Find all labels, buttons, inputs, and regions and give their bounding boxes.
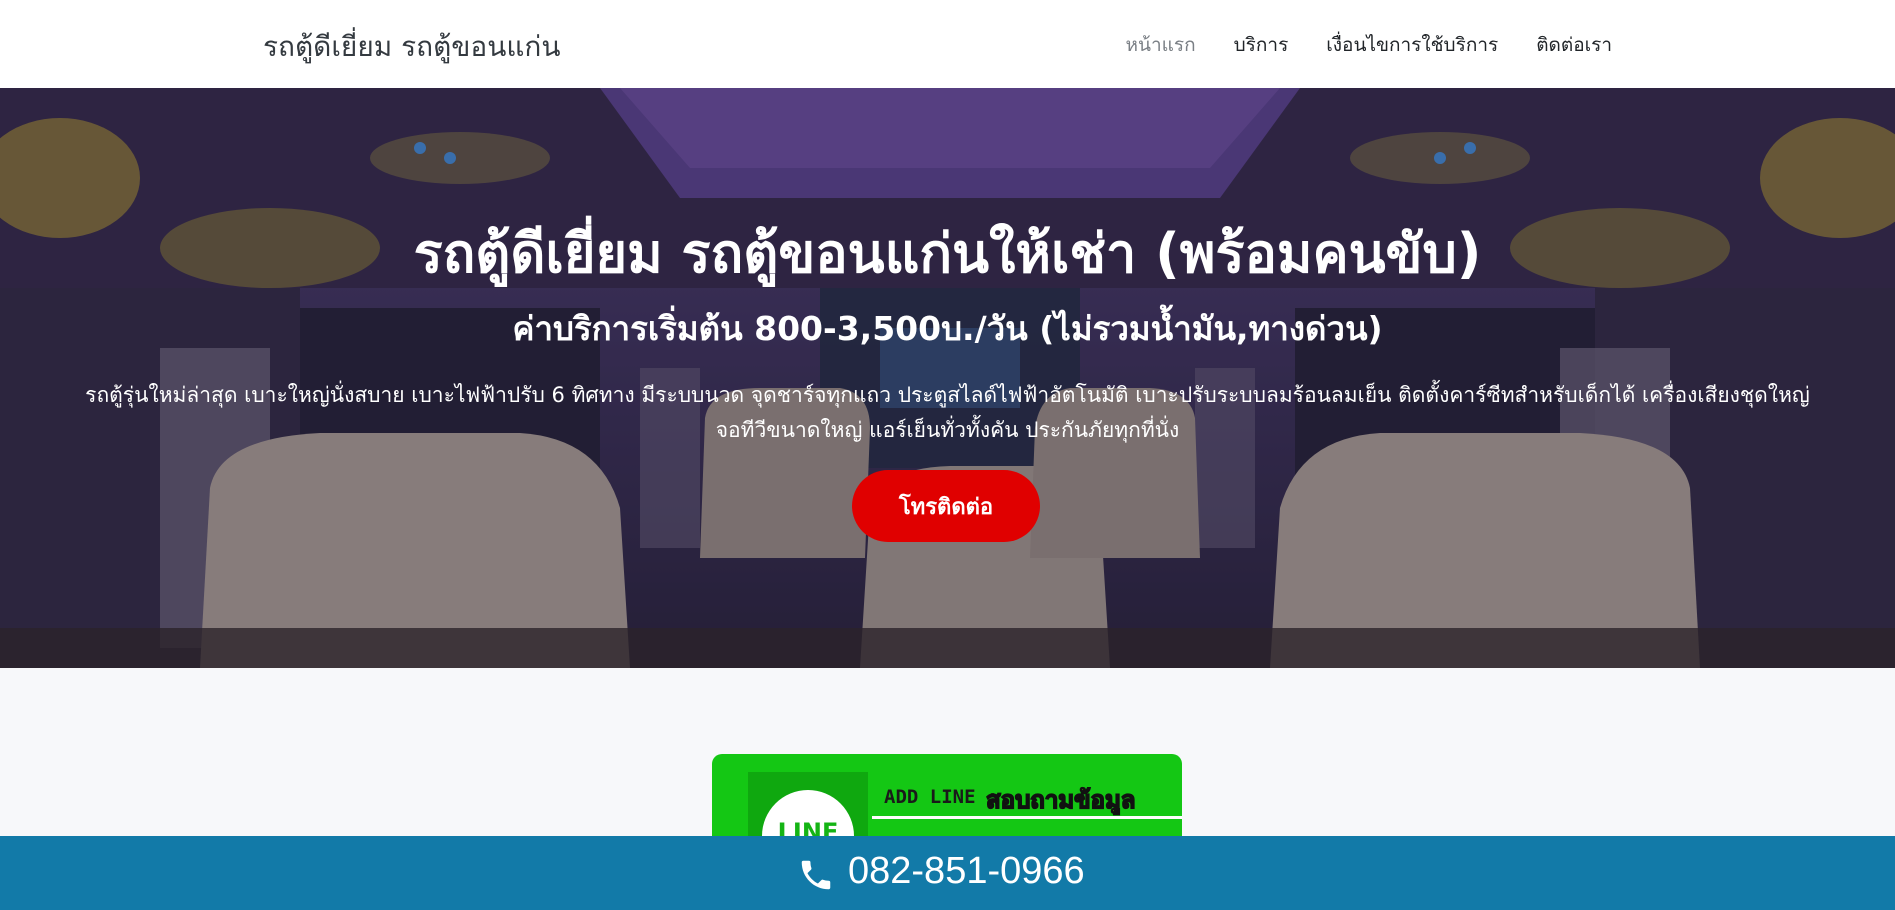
nav-link-contact[interactable]: ติดต่อเรา bbox=[1536, 30, 1612, 60]
hero-description-line-2: จอทีวีขนาดใหญ่ แอร์เย็นทั่วทั้งคัน ประกั… bbox=[715, 418, 1180, 442]
hero-title: รถตู้ดีเยี่ยม รถตู้ขอนแก่นให้เช่า (พร้อม… bbox=[413, 222, 1482, 285]
phone-call-bar[interactable]: 082-851-0966 bbox=[0, 836, 1895, 910]
nav-link-services[interactable]: บริการ bbox=[1234, 30, 1289, 60]
navbar: รถตู้ดีเยี่ยม รถตู้ขอนแก่น หน้าแรก บริกา… bbox=[0, 0, 1895, 88]
call-button[interactable]: โทรติดต่อ bbox=[852, 470, 1040, 542]
nav-menu: หน้าแรก บริการ เงื่อนไขการใช้บริการ ติดต… bbox=[1125, 30, 1612, 60]
hero-subtitle: ค่าบริการเริ่มต้น 800-3,500บ./วัน (ไม่รว… bbox=[512, 309, 1383, 348]
brand-logo[interactable]: รถตู้ดีเยี่ยม รถตู้ขอนแก่น bbox=[263, 25, 561, 69]
phone-number[interactable]: 082-851-0966 bbox=[848, 850, 1085, 893]
nav-link-home[interactable]: หน้าแรก bbox=[1125, 30, 1195, 60]
hero-description: รถตู้รุ่นใหม่ล่าสุด เบาะใหญ่นั่งสบาย เบา… bbox=[0, 378, 1895, 448]
hero-section: รถตู้ดีเยี่ยม รถตู้ขอนแก่นให้เช่า (พร้อม… bbox=[0, 88, 1895, 668]
nav-link-terms[interactable]: เงื่อนไขการใช้บริการ bbox=[1326, 30, 1498, 60]
line-add-label: ADD LINE : bbox=[884, 786, 999, 808]
line-banner-divider bbox=[872, 816, 1182, 819]
line-ask-label: สอบถามข้อมูล bbox=[985, 785, 1136, 815]
phone-icon bbox=[801, 860, 831, 890]
hero-description-line-1: รถตู้รุ่นใหม่ล่าสุด เบาะใหญ่นั่งสบาย เบา… bbox=[85, 383, 1810, 407]
